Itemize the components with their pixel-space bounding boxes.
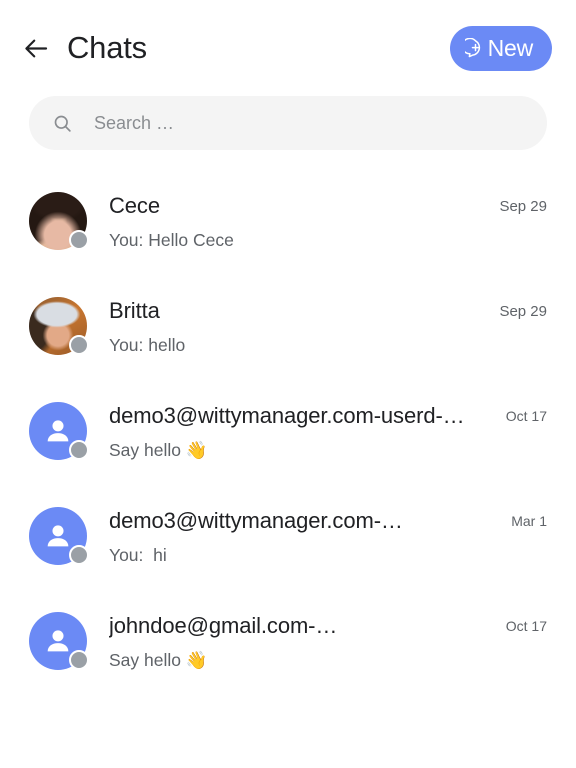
new-chat-button[interactable]: New — [449, 25, 552, 71]
chat-bubble-plus-icon — [464, 37, 486, 59]
chat-date: Oct 17 — [505, 408, 547, 424]
chat-date: Sep 29 — [499, 303, 547, 320]
chat-text: demo3@wittymanager.com-… You: hi — [109, 505, 479, 567]
chat-preview: You: Hello Cece — [109, 230, 234, 250]
new-chat-label: New — [487, 34, 534, 61]
chat-list: Cece You: Hello Cece Sep 29 Britta You: … — [0, 176, 576, 701]
chat-preview: Say hello 👋 — [109, 440, 208, 460]
table-row[interactable]: demo3@wittymanager.com-… You: hi Mar 1 — [0, 491, 576, 596]
chat-text: Britta You: hello — [109, 295, 479, 357]
chat-name: Britta — [109, 298, 160, 323]
page-title: Chats — [67, 30, 147, 65]
chat-text: demo3@wittymanager.com-userd-… Say hello… — [109, 400, 479, 462]
chat-preview: You: hello — [109, 335, 186, 355]
chat-date: Oct 17 — [505, 618, 547, 634]
status-badge — [69, 335, 89, 355]
status-badge — [69, 230, 89, 250]
table-row[interactable]: johndoe@gmail.com-… Say hello 👋 Oct 17 — [0, 596, 576, 701]
chat-date: Mar 1 — [511, 513, 547, 529]
chat-preview: You: hi — [109, 545, 167, 565]
chats-screen: Chats New Search … Cece You: Hello Cece … — [0, 0, 576, 768]
arrow-left-icon — [23, 35, 50, 62]
chat-name: demo3@wittymanager.com-… — [109, 508, 403, 533]
chat-name: Cece — [109, 193, 160, 218]
search-section — [0, 96, 576, 150]
search-icon — [51, 112, 73, 134]
avatar — [29, 192, 89, 250]
chat-preview: Say hello 👋 — [109, 650, 208, 670]
status-badge — [69, 440, 89, 460]
status-badge — [69, 545, 89, 565]
status-badge — [69, 650, 89, 670]
chat-date: Sep 29 — [499, 198, 547, 215]
table-row[interactable]: demo3@wittymanager.com-userd-… Say hello… — [0, 386, 576, 491]
chat-name: demo3@wittymanager.com-userd-… — [109, 403, 465, 428]
avatar — [29, 612, 89, 670]
chat-name: johndoe@gmail.com-… — [109, 613, 338, 638]
avatar — [29, 507, 89, 565]
avatar — [29, 297, 89, 355]
search-box[interactable] — [29, 96, 547, 150]
chat-text: Cece You: Hello Cece — [109, 190, 479, 252]
back-button[interactable] — [14, 26, 58, 70]
table-row[interactable]: Cece You: Hello Cece Sep 29 — [0, 176, 576, 281]
avatar — [29, 402, 89, 460]
chat-text: johndoe@gmail.com-… Say hello 👋 — [109, 610, 479, 672]
app-header: Chats New — [0, 0, 576, 96]
table-row[interactable]: Britta You: hello Sep 29 — [0, 281, 576, 386]
search-input[interactable] — [94, 112, 527, 134]
